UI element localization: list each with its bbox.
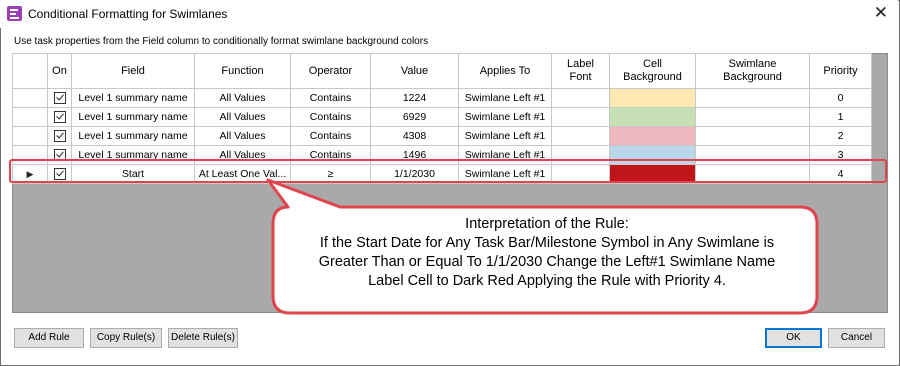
ok-button[interactable]: OK — [765, 328, 822, 348]
delete-rules-button[interactable]: Delete Rule(s) — [168, 328, 238, 348]
add-rule-button[interactable]: Add Rule — [14, 328, 84, 348]
callout-line: Label Cell to Dark Red Applying the Rule… — [368, 273, 726, 289]
callout-line: If the Start Date for Any Task Bar/Miles… — [319, 235, 775, 251]
callout-shape — [266, 178, 819, 315]
copy-rules-button[interactable]: Copy Rule(s) — [90, 328, 162, 348]
cancel-button[interactable]: Cancel — [828, 328, 885, 348]
callout-text: Interpretation of the Rule: If the Start… — [276, 215, 818, 291]
callout-line: Greater Than or Equal To 1/1/2030 Change… — [318, 254, 776, 270]
callout-line: Interpretation of the Rule: — [465, 216, 629, 232]
